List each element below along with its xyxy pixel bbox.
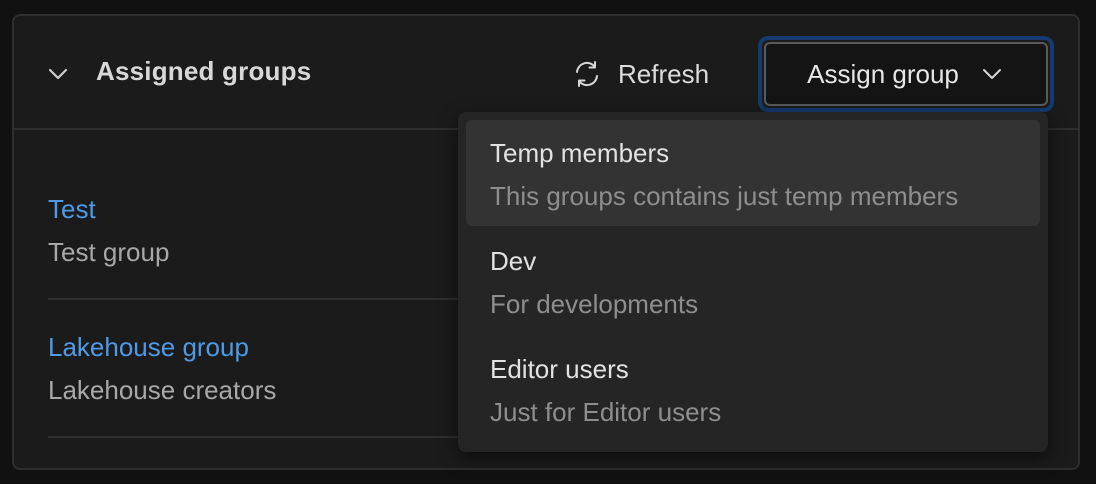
option-description: Just for Editor users	[490, 397, 722, 427]
group-list-item: Test Test group	[48, 194, 488, 268]
refresh-label: Refresh	[618, 58, 710, 89]
collapse-toggle-button[interactable]	[44, 60, 72, 88]
assign-group-button-inner[interactable]: Assign group	[764, 42, 1048, 106]
refresh-button[interactable]: Refresh	[572, 50, 709, 98]
dropdown-option-dev[interactable]: Dev For developments	[466, 228, 1040, 334]
divider	[48, 436, 488, 438]
group-description: Lakehouse creators	[48, 375, 277, 405]
group-description: Test group	[48, 237, 170, 267]
divider	[48, 298, 488, 300]
dropdown-option-temp-members[interactable]: Temp members This groups contains just t…	[466, 120, 1040, 226]
option-title: Dev	[490, 246, 537, 276]
assign-group-dropdown: Temp members This groups contains just t…	[458, 112, 1048, 452]
option-description: For developments	[490, 289, 699, 319]
chevron-down-icon	[982, 69, 1001, 79]
section-title: Assigned groups	[96, 56, 312, 86]
group-name-link[interactable]: Lakehouse group	[48, 332, 488, 363]
option-description: This groups contains just temp members	[490, 181, 959, 211]
option-title: Editor users	[490, 354, 629, 384]
refresh-icon	[576, 61, 598, 87]
dropdown-option-editor-users[interactable]: Editor users Just for Editor users	[466, 336, 1040, 442]
chevron-down-icon	[48, 68, 68, 80]
assign-group-label: Assign group	[807, 58, 959, 89]
group-list-item: Lakehouse group Lakehouse creators	[48, 332, 488, 406]
option-title: Temp members	[490, 138, 670, 168]
assign-group-button[interactable]: Assign group	[758, 36, 1054, 112]
group-name-link[interactable]: Test	[48, 194, 488, 225]
